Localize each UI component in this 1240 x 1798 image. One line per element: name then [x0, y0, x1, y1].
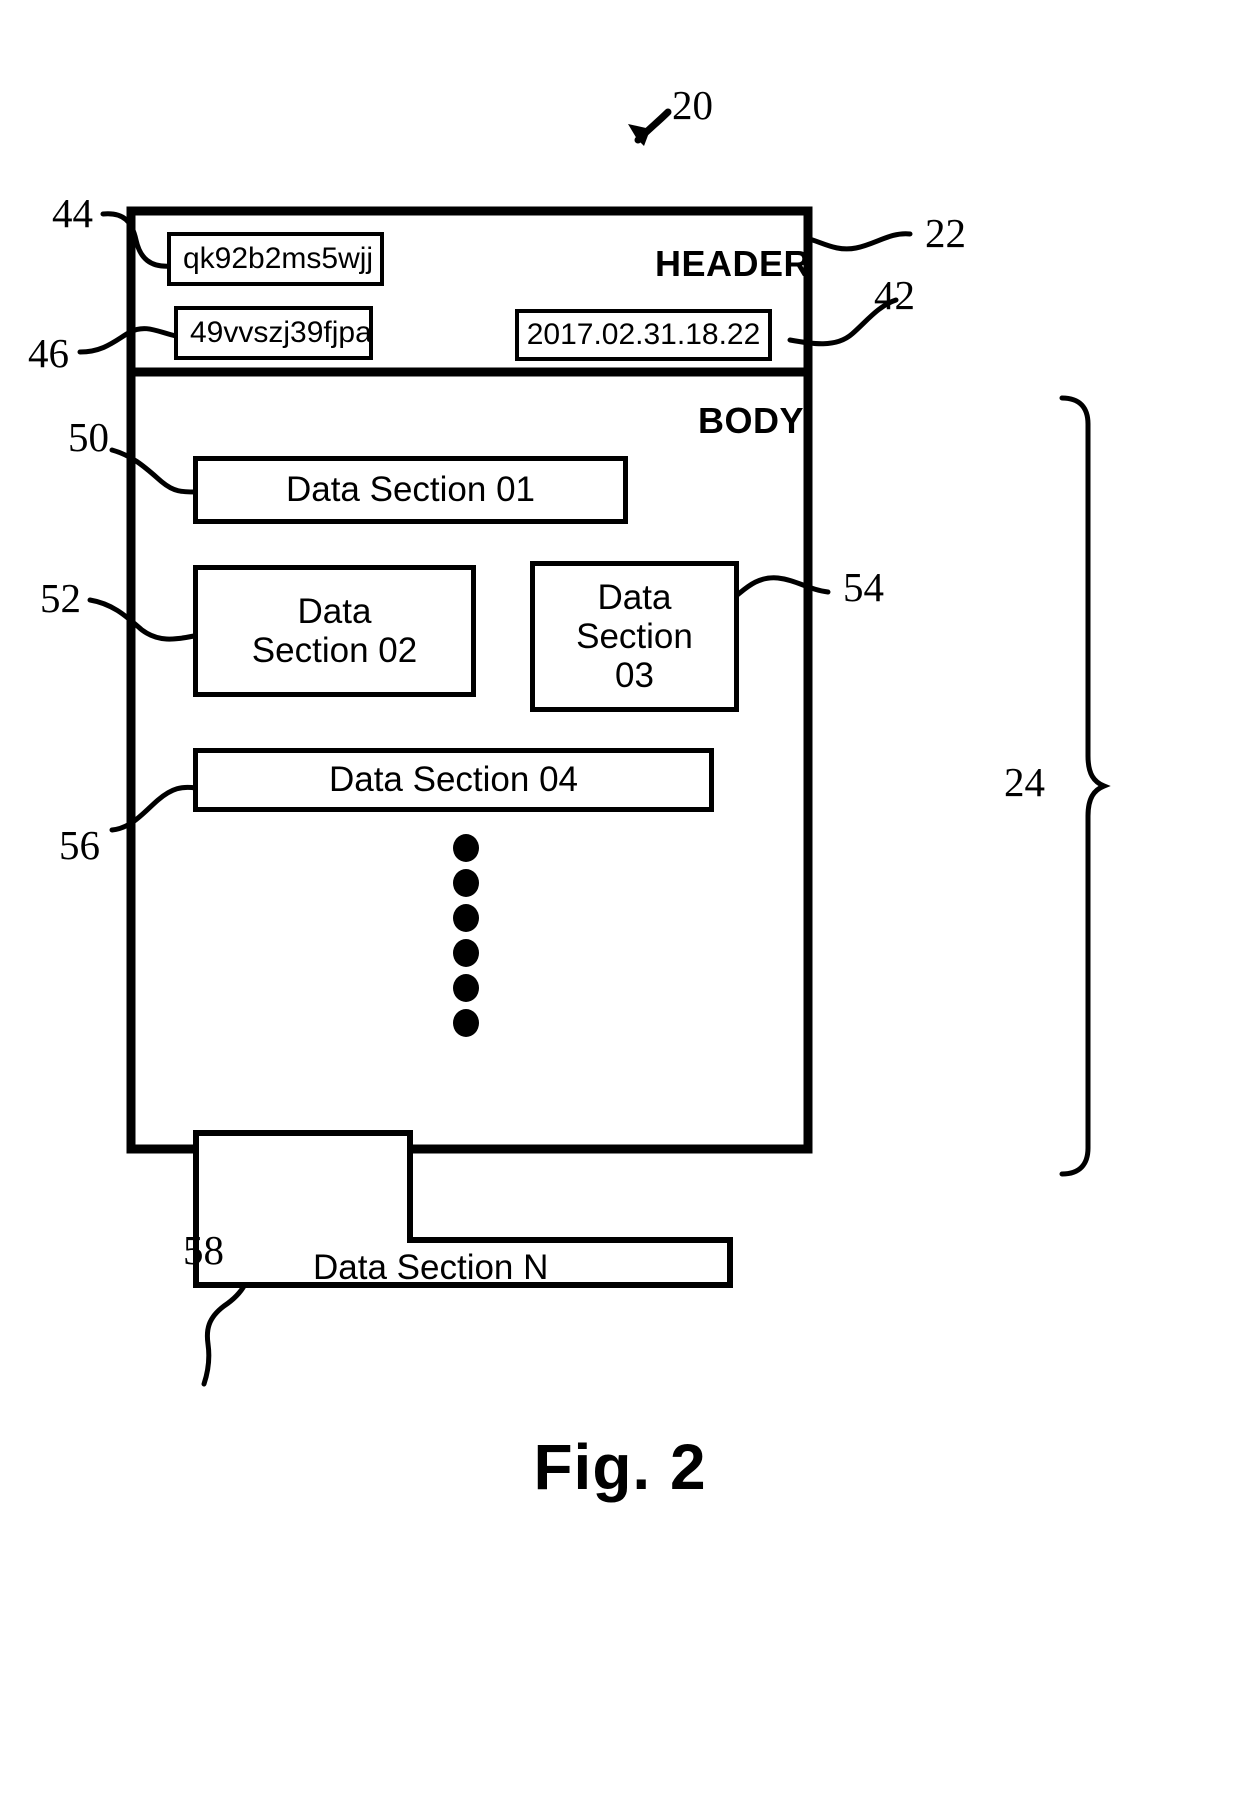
data-section-n-label: Data Section N — [313, 1248, 549, 1287]
leader-56 — [109, 784, 199, 833]
ref-numeral-20: 20 — [672, 82, 713, 128]
data-section-01[interactable]: Data Section 01 — [193, 456, 628, 524]
leader-44 — [100, 211, 175, 269]
ref-numeral-52: 52 — [40, 575, 81, 621]
ref-numeral-24: 24 — [1004, 759, 1045, 805]
leader-52 — [87, 597, 197, 642]
header-timestamp-field-42[interactable]: 2017.02.31.18.22 — [515, 309, 772, 361]
data-section-03-label: Data Section 03 — [576, 577, 693, 696]
data-section-04-label: Data Section 04 — [328, 760, 579, 800]
vertical-ellipsis-icon — [453, 834, 479, 1037]
header-timestamp-value: 2017.02.31.18.22 — [526, 318, 761, 351]
ref-numeral-42: 42 — [874, 272, 915, 318]
ref-numeral-46: 46 — [28, 330, 69, 376]
ref-numeral-44: 44 — [52, 190, 93, 236]
data-section-02[interactable]: Data Section 02 — [193, 565, 476, 697]
leader-50 — [109, 447, 199, 495]
leader-54 — [733, 575, 831, 599]
leader-22 — [803, 231, 913, 252]
header-field-44-value: qk92b2ms5wjj — [183, 242, 374, 275]
ref-numeral-22: 22 — [925, 210, 966, 256]
brace-24 — [1059, 395, 1111, 1177]
ref-numeral-50: 50 — [68, 414, 109, 460]
data-section-03[interactable]: Data Section 03 — [530, 561, 739, 712]
ref-numeral-56: 56 — [59, 822, 100, 868]
data-section-02-label: Data Section 02 — [251, 591, 418, 670]
header-field-46[interactable]: 49vvszj39fjpa — [174, 306, 373, 360]
body-label: BODY — [698, 400, 805, 441]
header-label: HEADER — [655, 243, 811, 284]
data-section-01-label: Data Section 01 — [285, 470, 536, 510]
data-section-04[interactable]: Data Section 04 — [193, 748, 714, 812]
overall-ref-arrow — [628, 108, 672, 146]
figure-canvas: HEADER BODY qk92b2ms5wjj 49vvszj39fjpa 2… — [0, 0, 1240, 1798]
header-field-44[interactable]: qk92b2ms5wjj — [167, 232, 384, 286]
ref-numeral-54: 54 — [843, 564, 884, 610]
ref-numeral-58: 58 — [183, 1227, 224, 1273]
header-field-46-value: 49vvszj39fjpa — [190, 316, 372, 349]
figure-caption: Fig. 2 — [533, 1431, 707, 1503]
